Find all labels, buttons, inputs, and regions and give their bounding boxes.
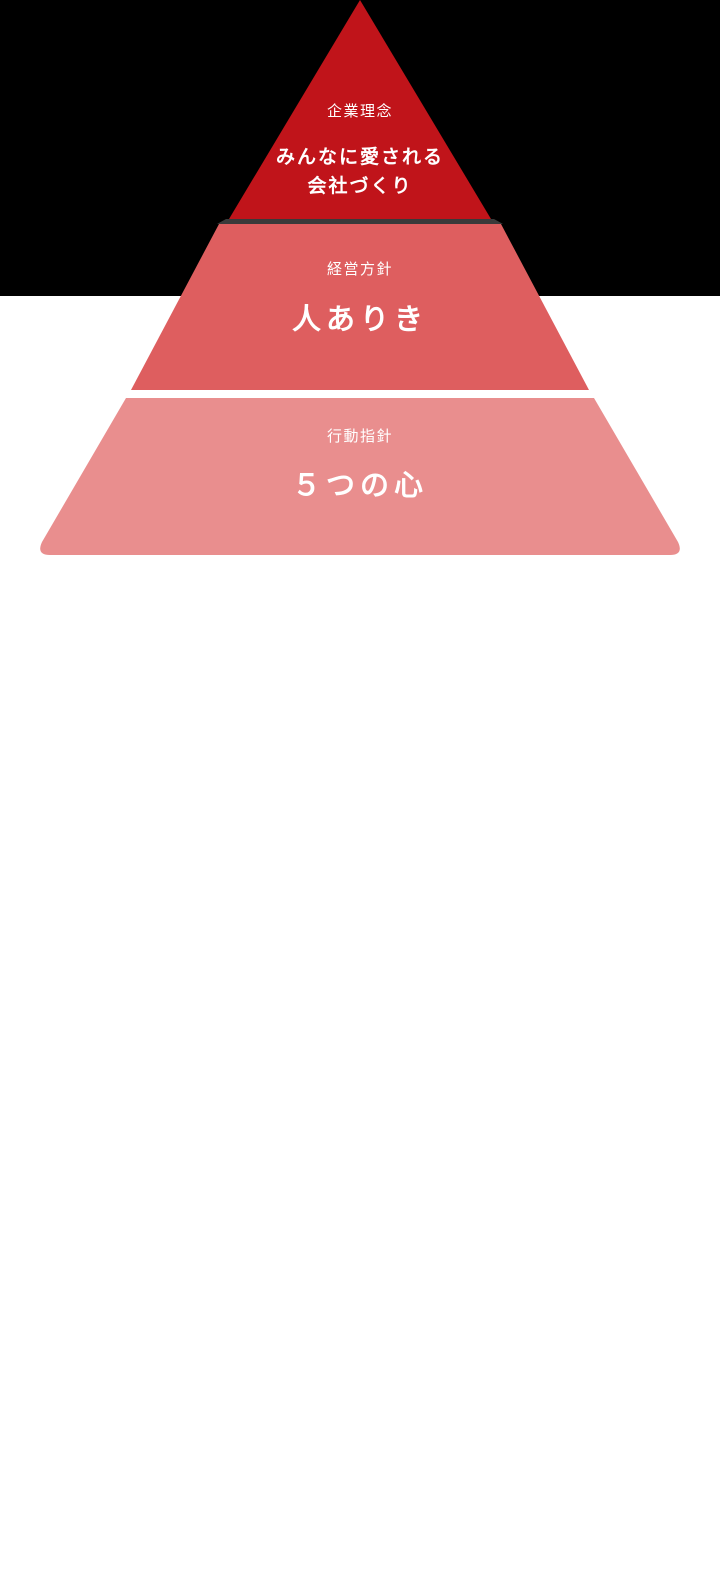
tier-3-title: ５つの心 bbox=[291, 468, 428, 502]
tier-3-text: 行動指針 ５つの心 bbox=[0, 426, 720, 507]
tier-3-label: 行動指針 bbox=[326, 427, 393, 445]
tier-2-label: 経営方針 bbox=[326, 260, 393, 278]
tier-1-text: 企業理念 みんなに愛される会社づくり bbox=[0, 101, 720, 201]
tier-separator-1 bbox=[217, 219, 503, 224]
tier-2-title: 人ありき bbox=[291, 302, 428, 336]
tier-1-title: みんなに愛される会社づくり bbox=[275, 146, 444, 197]
tier-1-label: 企業理念 bbox=[326, 102, 393, 120]
tier-2-text: 経営方針 人ありき bbox=[0, 259, 720, 341]
